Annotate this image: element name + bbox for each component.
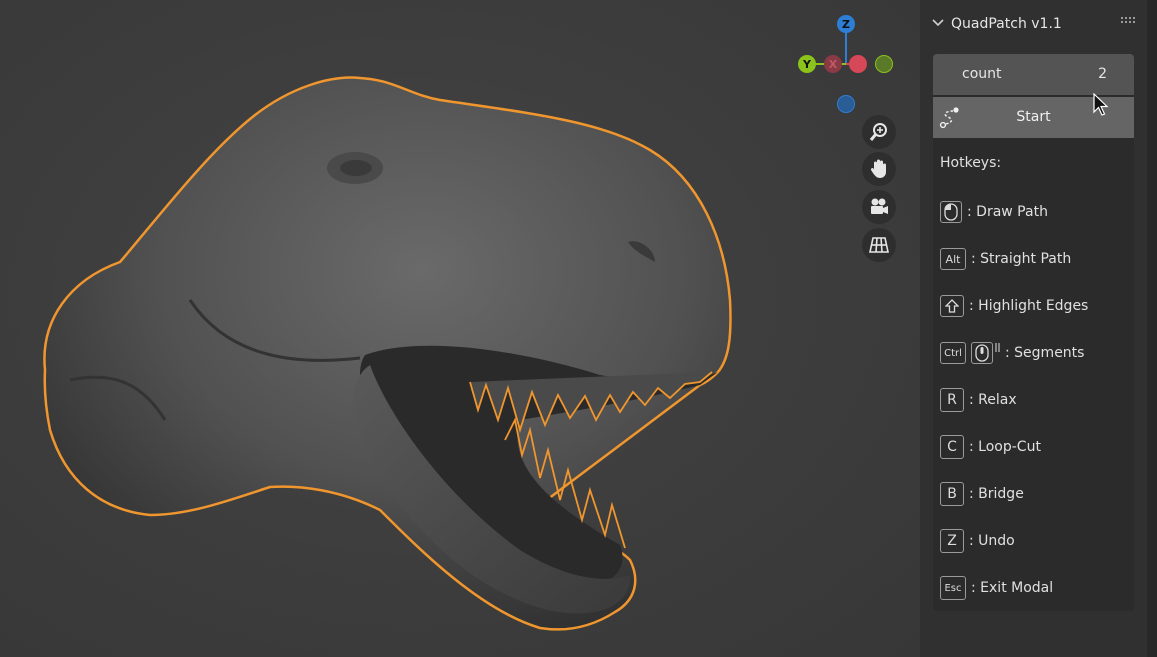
chevron-down-icon [932, 19, 944, 27]
hotkey-action: : Undo [969, 533, 1015, 549]
gizmo-z-axis[interactable]: Z [837, 15, 855, 33]
hotkey-action: : Straight Path [971, 251, 1072, 267]
mouse-cursor-icon [1093, 93, 1109, 116]
hotkey-row-undo: Z : Undo [940, 528, 1015, 554]
sidebar-scrollbar[interactable] [1147, 0, 1157, 657]
eye [340, 160, 372, 176]
shift-arrow-icon [940, 295, 964, 317]
hotkey-action: : Relax [969, 392, 1017, 408]
mouse-left-icon [940, 201, 962, 223]
hotkey-row-bridge: B : Bridge [940, 481, 1024, 507]
hotkey-action: : Exit Modal [971, 580, 1054, 596]
hotkey-key: R [940, 388, 964, 412]
mouse-scroll-icon [971, 342, 993, 364]
hotkey-row-highlight-edges: : Highlight Edges [940, 293, 1088, 319]
camera-icon[interactable] [862, 190, 896, 224]
hotkey-row-loop-cut: C : Loop-Cut [940, 434, 1041, 460]
hotkey-key: Ctrl [940, 342, 966, 364]
hotkey-row-relax: R : Relax [940, 387, 1017, 413]
hotkey-key: Alt [940, 248, 966, 270]
gizmo-y-axis[interactable]: Y [798, 55, 816, 73]
hotkey-row-segments: Ctrl : Segments [940, 340, 1084, 366]
hotkey-key: C [940, 435, 964, 459]
scroll-lines-icon [995, 343, 1000, 352]
hotkey-row-straight-path: Alt : Straight Path [940, 246, 1071, 272]
gizmo-neg-z-axis[interactable] [837, 95, 855, 113]
trex-head-model[interactable] [0, 0, 920, 657]
count-label: count [962, 66, 1002, 82]
hotkey-action: : Draw Path [967, 204, 1048, 220]
hotkey-action: : Highlight Edges [969, 298, 1089, 314]
hotkey-action: : Loop-Cut [969, 439, 1041, 455]
hotkeys-title: Hotkeys: [940, 155, 1002, 171]
panel-header[interactable]: QuadPatch v1.1 [929, 10, 1139, 38]
count-value: 2 [1098, 66, 1107, 82]
hand-pan-icon[interactable] [862, 152, 896, 186]
drag-handle-icon[interactable] [1121, 17, 1135, 25]
hotkey-row-draw-path: : Draw Path [940, 199, 1048, 225]
zoom-icon[interactable] [862, 115, 896, 149]
hotkey-row-exit-modal: Esc : Exit Modal [940, 575, 1053, 601]
gizmo-x-axis[interactable] [849, 55, 867, 73]
hotkey-key: Z [940, 529, 964, 553]
hotkey-action: : Bridge [969, 486, 1024, 502]
perspective-grid-icon[interactable] [862, 228, 896, 262]
panel-title: QuadPatch v1.1 [951, 16, 1062, 32]
gizmo-neg-y-axis[interactable] [875, 55, 893, 73]
gizmo-neg-x-axis[interactable]: X [824, 55, 842, 73]
count-field[interactable]: count 2 [933, 54, 1134, 95]
hotkey-key: Esc [940, 576, 966, 600]
hotkey-key: B [940, 482, 964, 506]
hotkey-action: : Segments [1005, 345, 1085, 361]
3d-viewport[interactable]: Z Y X [0, 0, 920, 657]
